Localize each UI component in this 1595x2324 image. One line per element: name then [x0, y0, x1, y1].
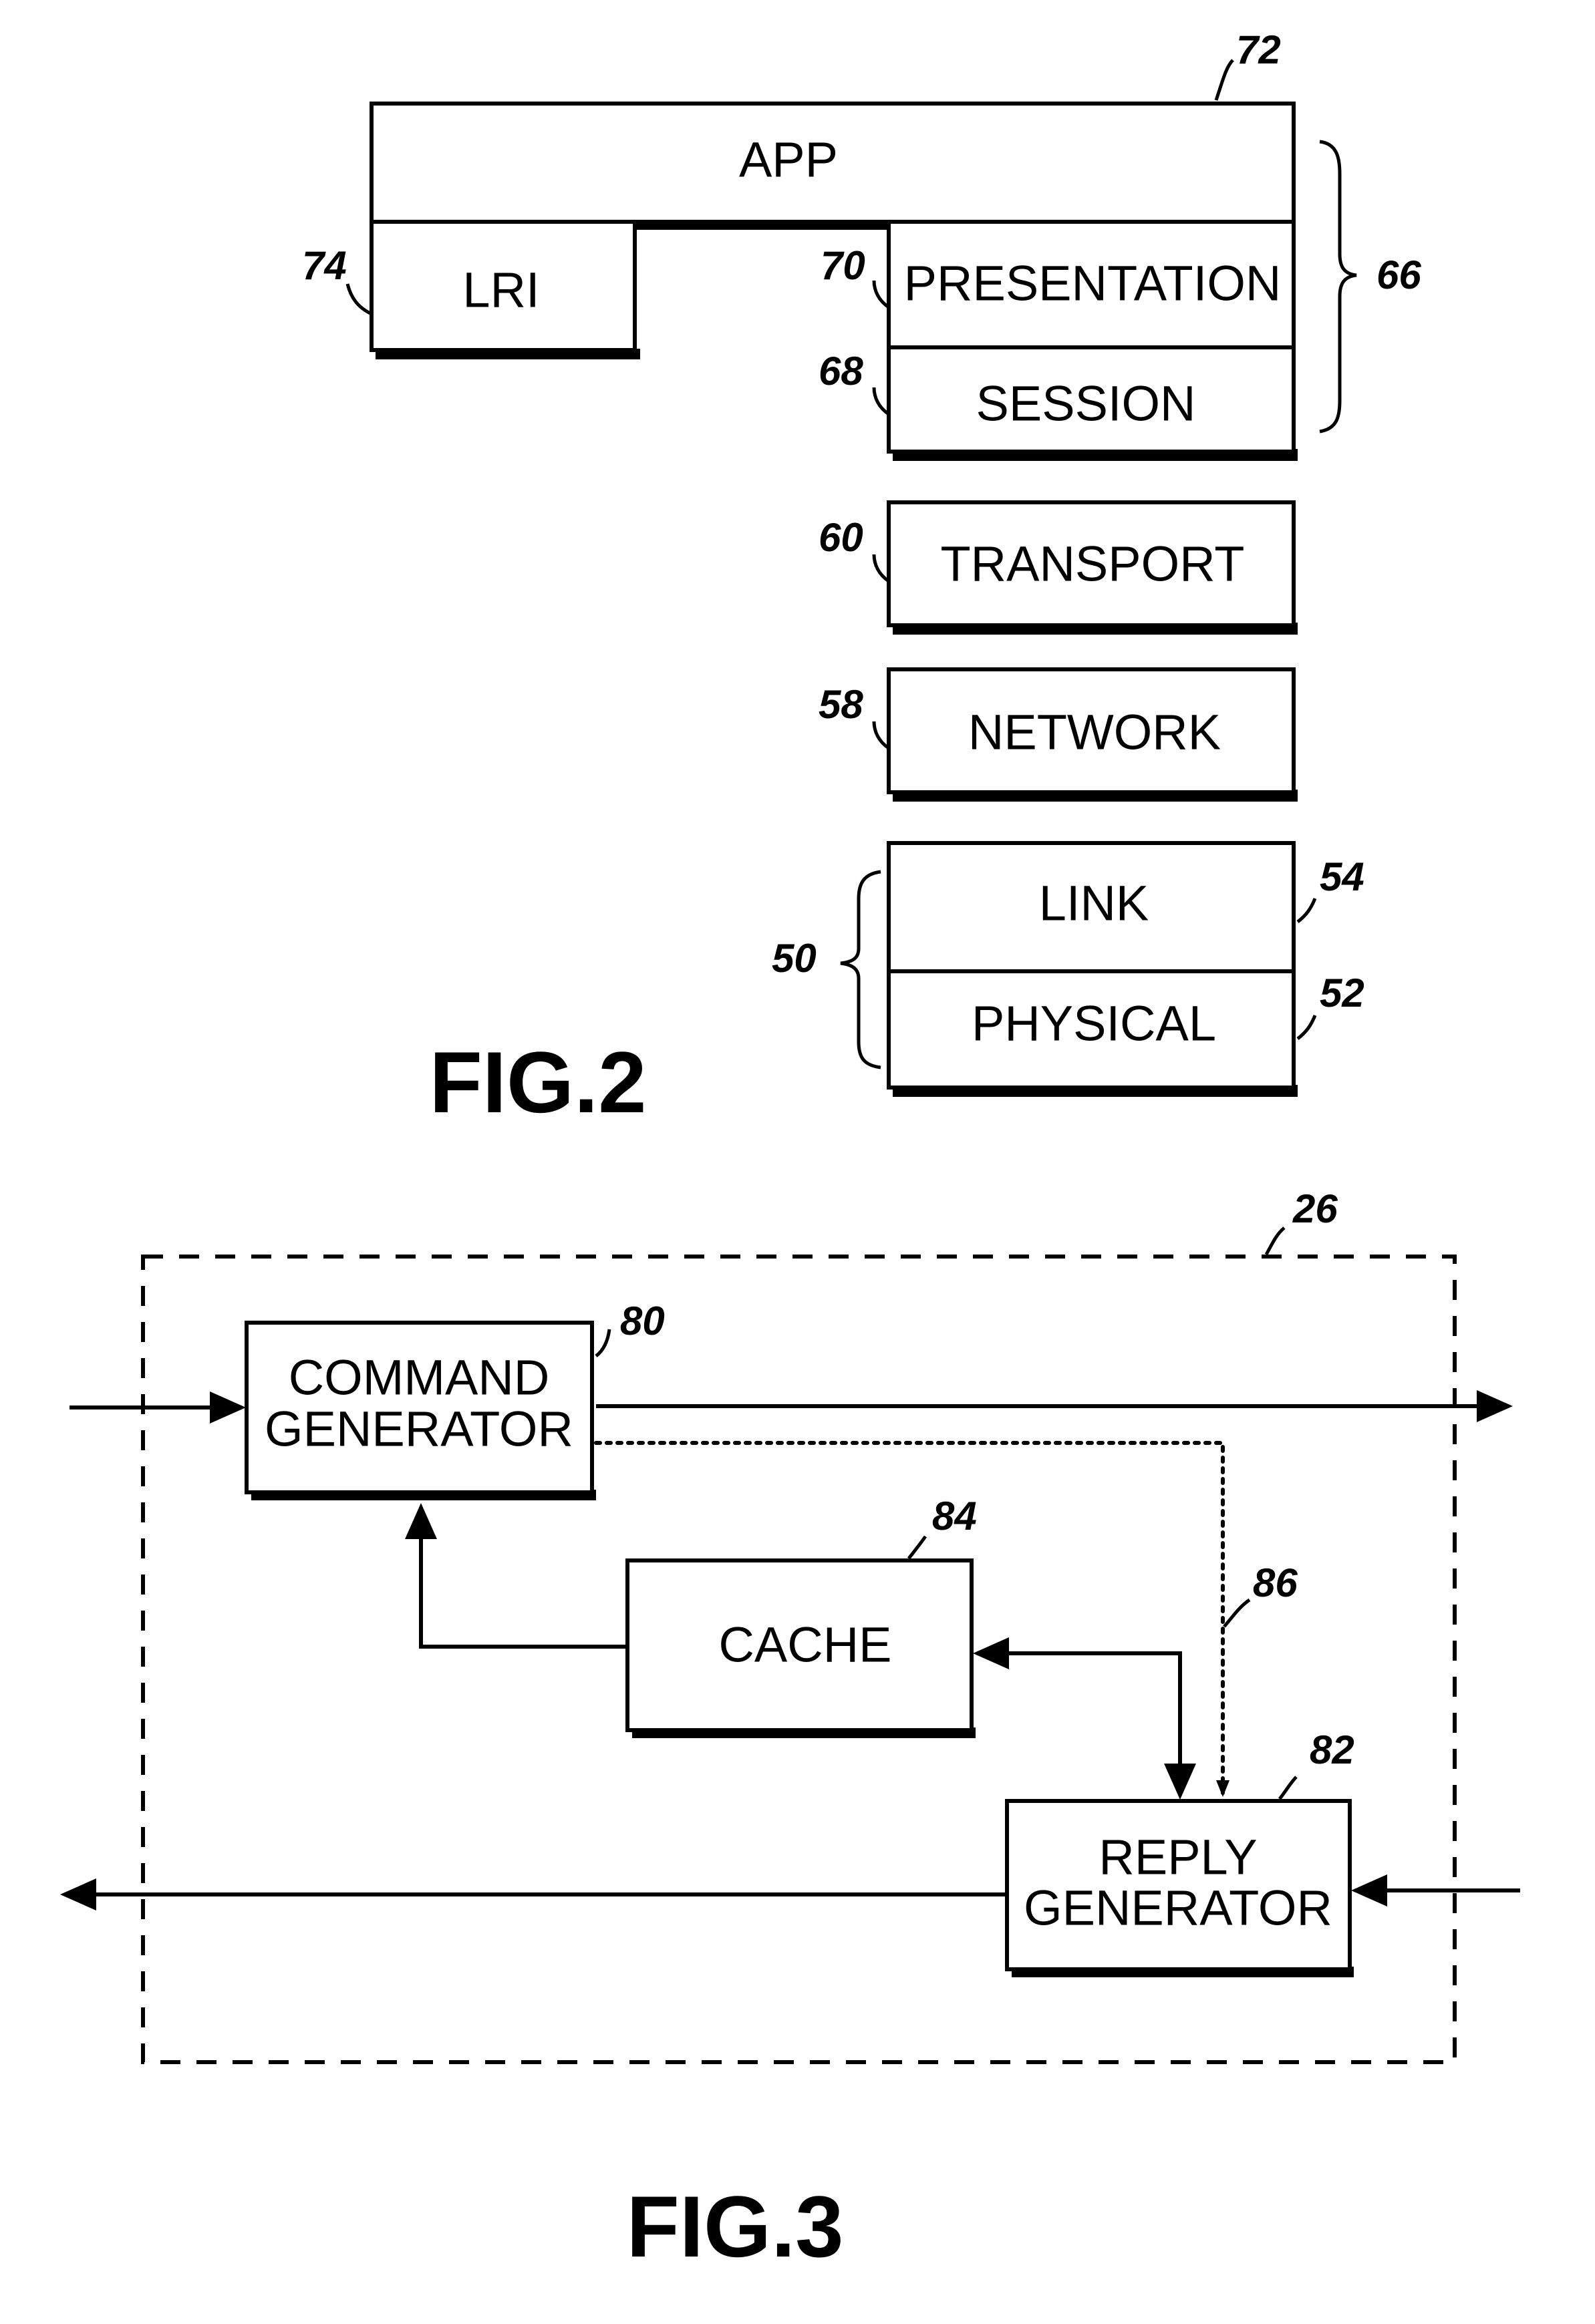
ref-86: 86: [1253, 1560, 1298, 1605]
reply-generator-line2: GENERATOR: [1024, 1880, 1332, 1936]
reply-to-cache-arrow: [973, 1637, 1182, 1796]
ref-84: 84: [932, 1494, 977, 1538]
ref-58: 58: [819, 682, 863, 727]
ref-70: 70: [821, 243, 865, 288]
cache-label: CACHE: [718, 1617, 891, 1673]
transport-label: TRANSPORT: [940, 536, 1244, 592]
ref-74: 74: [302, 243, 347, 288]
app-layer: APP 72: [370, 27, 1296, 230]
dotted-path-arrowhead: [1216, 1780, 1229, 1797]
fig2-caption: FIG.2: [429, 1033, 646, 1131]
ref-68: 68: [819, 349, 863, 393]
physical-label: PHYSICAL: [972, 996, 1216, 1051]
ref-26: 26: [1292, 1186, 1338, 1231]
ref-80: 80: [620, 1299, 665, 1343]
presentation-session-block: PRESENTATION SESSION 70 68: [819, 220, 1298, 461]
ref-52: 52: [1320, 971, 1364, 1015]
link-physical-block: LINK PHYSICAL 54 52: [887, 841, 1364, 1097]
ref-50: 50: [772, 936, 817, 981]
lri-layer: LRI 74: [302, 220, 640, 359]
ref-60: 60: [819, 515, 863, 560]
fig3-block-diagram: 26 COMMAND GENERATOR 80 CACHE 84 REPLY G…: [60, 1186, 1520, 2275]
transport-layer: TRANSPORT 60: [819, 500, 1298, 635]
ref-66: 66: [1376, 253, 1421, 297]
presentation-label: PRESENTATION: [904, 256, 1282, 311]
brace-50: 50: [772, 870, 881, 1069]
command-generator-line2: GENERATOR: [265, 1401, 573, 1457]
cache-box: CACHE 84: [625, 1494, 977, 1738]
fig2-protocol-stack: APP 72 LRI 74 PRESENTATION SESSION 70 68: [302, 27, 1421, 1131]
cache-to-command-arrow: [405, 1503, 627, 1649]
command-generator-box: COMMAND GENERATOR 80: [245, 1299, 665, 1500]
reply-generator-line1: REPLY: [1099, 1830, 1257, 1885]
network-label: NETWORK: [968, 705, 1221, 760]
fig3-caption: FIG.3: [626, 2178, 843, 2275]
patent-drawing: APP 72 LRI 74 PRESENTATION SESSION 70 68: [60, 27, 1520, 2275]
brace-66: 66: [1319, 140, 1421, 434]
network-layer: NETWORK 58: [819, 667, 1298, 802]
link-label: LINK: [1039, 876, 1149, 931]
ref-82: 82: [1310, 1727, 1354, 1772]
lri-label: LRI: [462, 263, 539, 318]
ref-72: 72: [1236, 27, 1281, 72]
ref-54: 54: [1320, 854, 1364, 899]
app-label: APP: [739, 132, 838, 188]
session-label: SESSION: [976, 376, 1196, 432]
command-generator-line1: COMMAND: [289, 1350, 550, 1405]
